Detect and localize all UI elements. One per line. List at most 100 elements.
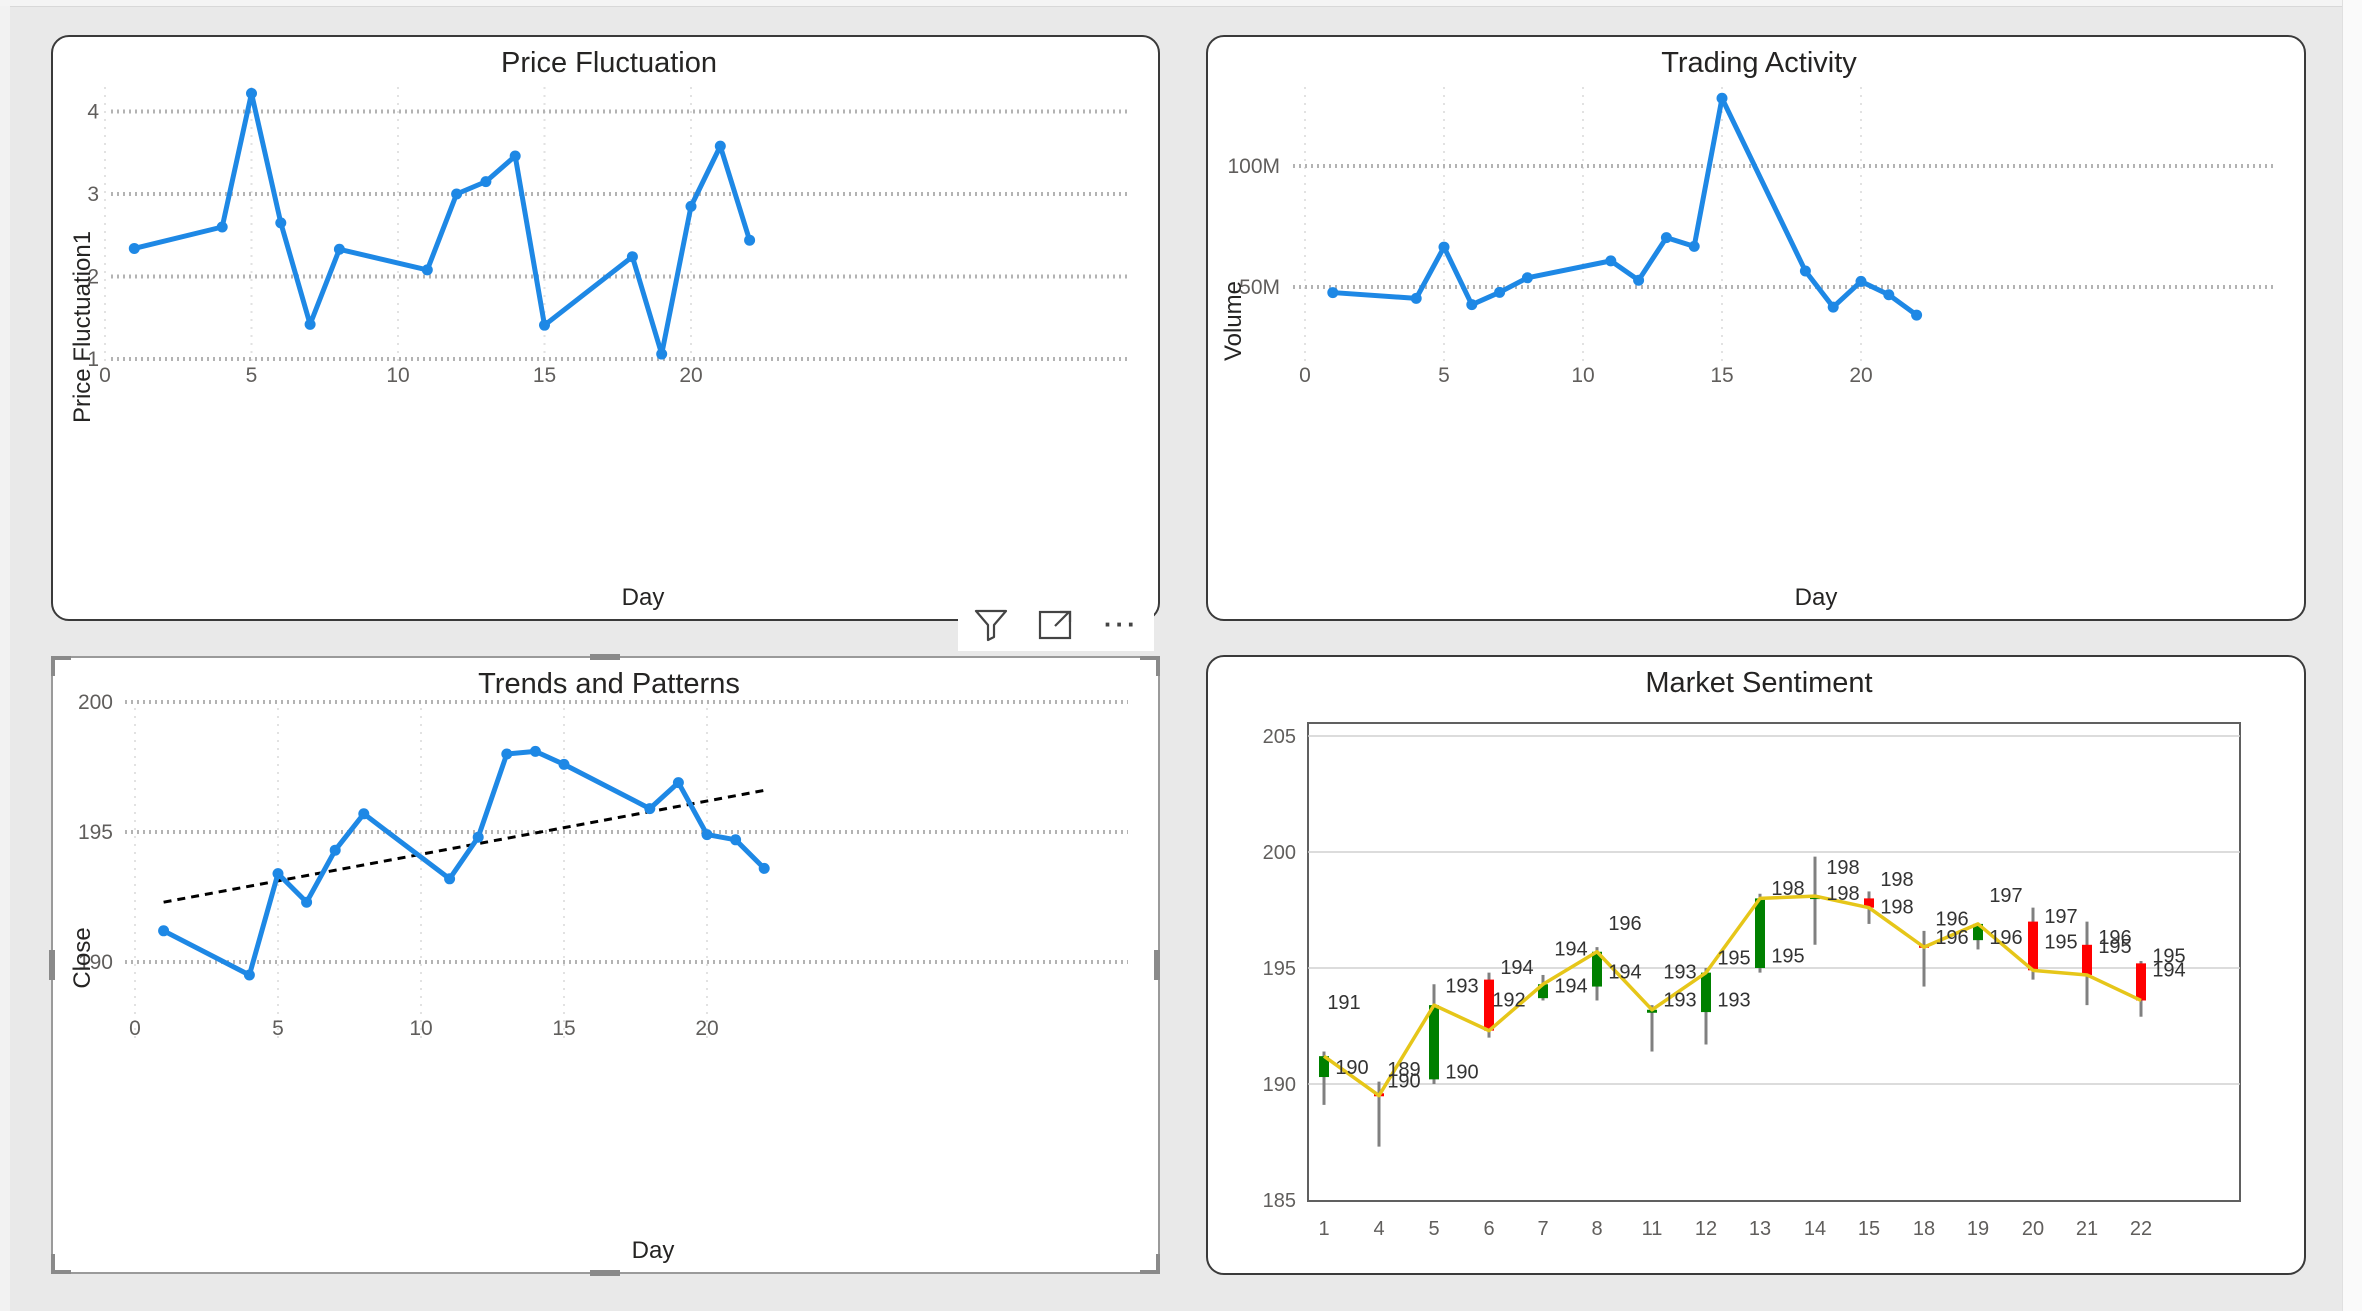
x-tick-label: 15 <box>1710 364 1733 387</box>
data-point <box>626 251 638 263</box>
x-tick-label: 14 <box>1804 1218 1826 1240</box>
x-tick-label: 20 <box>695 1017 718 1040</box>
x-tick-label: 5 <box>1428 1218 1439 1240</box>
more-options-button[interactable]: ··· <box>1093 600 1150 648</box>
candle-body <box>2082 944 2092 975</box>
y-axis-title: Close <box>69 927 96 988</box>
candle-value-label: 198 <box>1771 878 1804 900</box>
visual-header-toolbar: ··· <box>958 597 1154 651</box>
candle-value-label: 196 <box>1608 913 1641 935</box>
price-fluctuation-chart: Price Fluctuation 0 5 10 15 201234 Day Price… <box>69 47 1128 611</box>
data-point <box>1410 292 1422 304</box>
visual-price-fluctuation[interactable]: Price Fluctuation 0 5 10 15 20 1 2 3 4 Day Price… <box>51 35 1160 621</box>
x-tick-label: 21 <box>2076 1218 2098 1240</box>
data-point <box>216 221 228 233</box>
data-point <box>246 87 257 99</box>
x-tick-label: 5 <box>246 364 258 387</box>
data-point <box>358 808 370 820</box>
resize-handle-top-left-v[interactable] <box>51 656 55 676</box>
data-point <box>472 831 484 843</box>
resize-handle-bottom-left-v[interactable] <box>51 1254 55 1274</box>
x-tick-label: 12 <box>1695 1218 1717 1240</box>
focus-mode-button[interactable] <box>1027 600 1084 648</box>
data-point <box>714 140 726 152</box>
visual-trends-and-patterns[interactable]: Trends and Patterns 0 5 10 15 20 190 195 200 Da… <box>51 656 1160 1274</box>
candle-body <box>1755 898 1765 968</box>
y-axis-title: Price Fluctuation1 <box>69 231 96 423</box>
candle-value-label: 193 <box>1717 989 1750 1011</box>
data-point <box>644 803 656 815</box>
candle-value-label: 194 <box>1608 962 1641 984</box>
candle-value-label: 193 <box>1663 962 1696 984</box>
data-point <box>758 862 770 874</box>
candle-value-label: 191 <box>1327 992 1360 1014</box>
chart-title: Trading Activity <box>1661 47 1857 79</box>
data-point <box>272 868 284 880</box>
x-tick-label: 20 <box>2022 1218 2044 1240</box>
x-axis-title: Day <box>632 1237 675 1264</box>
resize-handle-left[interactable] <box>49 950 55 980</box>
data-point <box>421 264 433 276</box>
y-tick-label: 185 <box>1263 1190 1296 1212</box>
candle-body <box>1701 972 1711 1013</box>
candle-value-label: 194 <box>2152 959 2185 981</box>
x-tick-label: 15 <box>552 1017 575 1040</box>
data-point <box>501 748 513 760</box>
candle-body <box>2136 963 2146 1001</box>
candle-value-label: 190 <box>1387 1071 1420 1093</box>
data-point <box>1883 289 1895 301</box>
candle-value-label: 198 <box>1880 869 1913 891</box>
candle-value-label: 194 <box>1554 938 1587 960</box>
candle-value-label: 190 <box>1335 1057 1368 1079</box>
data-point <box>529 745 541 757</box>
right-pane-edge <box>2342 0 2362 1311</box>
x-tick-label: 0 <box>129 1017 141 1040</box>
x-axis-title: Day <box>1795 584 1838 611</box>
resize-handle-bottom[interactable] <box>590 1270 620 1276</box>
candle-body <box>2028 921 2038 971</box>
data-point <box>1494 286 1506 298</box>
candle-value-label: 196 <box>1989 927 2022 949</box>
candle-value-label: 195 <box>2098 936 2131 958</box>
candle-value-label: 190 <box>1445 1061 1478 1083</box>
x-tick-label: 4 <box>1373 1218 1384 1240</box>
x-tick-label: 8 <box>1591 1218 1602 1240</box>
candle-value-label: 198 <box>1826 883 1859 905</box>
data-point <box>128 242 140 254</box>
candle-value-label: 196 <box>1935 927 1968 949</box>
data-point <box>656 348 668 360</box>
data-point <box>1911 309 1923 321</box>
candle-value-label: 198 <box>1880 897 1913 919</box>
data-point <box>1521 272 1533 284</box>
data-point <box>1716 92 1728 104</box>
x-tick-label: 0 <box>1299 364 1311 387</box>
trading-activity-chart: Trading Activity 0 5 10 15 2050M100M Day Vol… <box>1220 47 2274 611</box>
x-tick-label: 20 <box>1849 364 1872 387</box>
data-point <box>444 873 456 885</box>
resize-handle-bottom-right-v[interactable] <box>1156 1254 1160 1274</box>
data-point <box>275 217 287 229</box>
resize-handle-top-right-v[interactable] <box>1156 656 1160 676</box>
top-bar <box>0 0 2362 7</box>
left-margin <box>0 6 10 1311</box>
y-tick-label: 3 <box>87 183 99 206</box>
data-point <box>1799 265 1811 277</box>
data-point <box>1466 299 1478 311</box>
x-tick-label: 7 <box>1537 1218 1548 1240</box>
filter-button[interactable] <box>962 600 1019 648</box>
candle-body <box>1429 1005 1439 1080</box>
visual-trading-activity[interactable]: Trading Activity 0 5 10 15 20 50M 100M Day Vol… <box>1206 35 2306 621</box>
y-tick-label: 195 <box>1263 958 1296 980</box>
data-point <box>1688 240 1700 252</box>
resize-handle-top[interactable] <box>590 654 620 660</box>
data-point <box>730 834 742 846</box>
data-point <box>1827 301 1839 313</box>
y-axis-title: Volume <box>1220 281 1247 361</box>
y-tick-label: 195 <box>78 821 113 844</box>
resize-handle-right[interactable] <box>1154 950 1160 980</box>
visual-market-sentiment[interactable]: Market Sentiment 185 190 195 200 205 1 4 5 6 7 8 11… <box>1206 655 2306 1275</box>
data-point <box>672 777 684 789</box>
candle-value-label: 194 <box>1500 957 1533 979</box>
data-point <box>558 758 570 770</box>
y-tick-label: 190 <box>1263 1074 1296 1096</box>
